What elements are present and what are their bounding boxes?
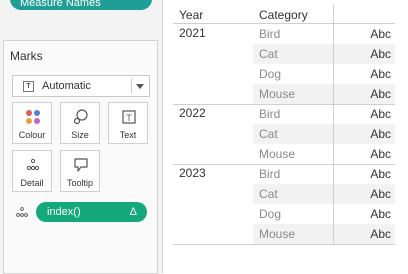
shelves-panel: Measure Names Marks T Automatic Colour S…	[0, 0, 163, 274]
chevron-down-icon[interactable]	[136, 84, 144, 89]
group-divider	[173, 244, 395, 245]
category-cell[interactable]: Cat	[259, 187, 278, 201]
group-divider	[173, 164, 395, 165]
size-icon	[73, 109, 88, 125]
index-calculation-pill[interactable]: index() Δ	[36, 202, 147, 222]
size-label: Size	[71, 130, 89, 140]
detail-label: Detail	[20, 178, 44, 188]
marks-title: Marks	[10, 49, 43, 63]
value-cell[interactable]: Abc	[361, 207, 391, 221]
dropdown-divider	[131, 78, 132, 94]
crosstab-view: Year Category Bird Abc Cat Abc Dog Abc Mouse Ab…	[162, 0, 408, 273]
category-cell[interactable]: Bird	[259, 167, 280, 181]
colour-label: Colour	[18, 130, 46, 140]
category-cell[interactable]: Bird	[259, 27, 280, 41]
category-cell[interactable]: Cat	[259, 127, 278, 141]
svg-text:T: T	[126, 113, 132, 123]
category-cell[interactable]: Mouse	[259, 227, 295, 241]
colour-icon	[26, 110, 40, 124]
group-divider	[173, 104, 395, 105]
value-cell[interactable]: Abc	[361, 67, 391, 81]
year-cell[interactable]: 2022	[179, 106, 206, 120]
value-cell[interactable]: Abc	[361, 127, 391, 141]
year-column-header[interactable]: Year	[179, 8, 203, 22]
text-label: Text	[119, 130, 137, 140]
detail-button[interactable]: Detail	[12, 150, 52, 192]
value-cell[interactable]: Abc	[361, 147, 391, 161]
value-cell[interactable]: Abc	[361, 47, 391, 61]
tooltip-label: Tooltip	[66, 178, 93, 188]
marks-card: Marks T Automatic Colour Size T Text Det…	[3, 40, 158, 274]
value-cell[interactable]: Abc	[361, 87, 391, 101]
category-cell[interactable]: Mouse	[259, 147, 295, 161]
index-detail-row: index() Δ	[16, 202, 150, 222]
category-cell[interactable]: Bird	[259, 107, 280, 121]
year-cell[interactable]: 2023	[179, 166, 206, 180]
value-cell[interactable]: Abc	[361, 167, 391, 181]
category-cell[interactable]: Dog	[259, 207, 281, 221]
category-cell[interactable]: Cat	[259, 47, 278, 61]
value-cell[interactable]: Abc	[361, 27, 391, 41]
header-divider	[173, 23, 395, 24]
table-calc-delta-icon: Δ	[129, 206, 137, 218]
size-button[interactable]: Size	[60, 102, 100, 144]
measure-names-pill[interactable]: Measure Names	[10, 0, 152, 10]
colour-button[interactable]: Colour	[12, 102, 52, 144]
category-column-header[interactable]: Category	[259, 8, 308, 22]
text-icon: T	[122, 110, 136, 124]
index-pill-label: index()	[47, 206, 81, 218]
text-button[interactable]: T Text	[108, 102, 148, 144]
mark-type-label: Automatic	[42, 80, 91, 92]
detail-icon	[26, 158, 40, 171]
year-cell[interactable]: 2021	[179, 26, 206, 40]
detail-icon	[16, 207, 28, 217]
value-column-divider	[333, 4, 334, 244]
mark-type-dropdown[interactable]: T Automatic	[12, 75, 150, 97]
value-cell[interactable]: Abc	[361, 187, 391, 201]
value-cell[interactable]: Abc	[361, 107, 391, 121]
category-cell[interactable]: Mouse	[259, 87, 295, 101]
text-mark-icon: T	[23, 80, 34, 92]
category-cell[interactable]: Dog	[259, 67, 281, 81]
tooltip-icon	[74, 158, 88, 172]
value-cell[interactable]: Abc	[361, 227, 391, 241]
tooltip-button[interactable]: Tooltip	[60, 150, 100, 192]
